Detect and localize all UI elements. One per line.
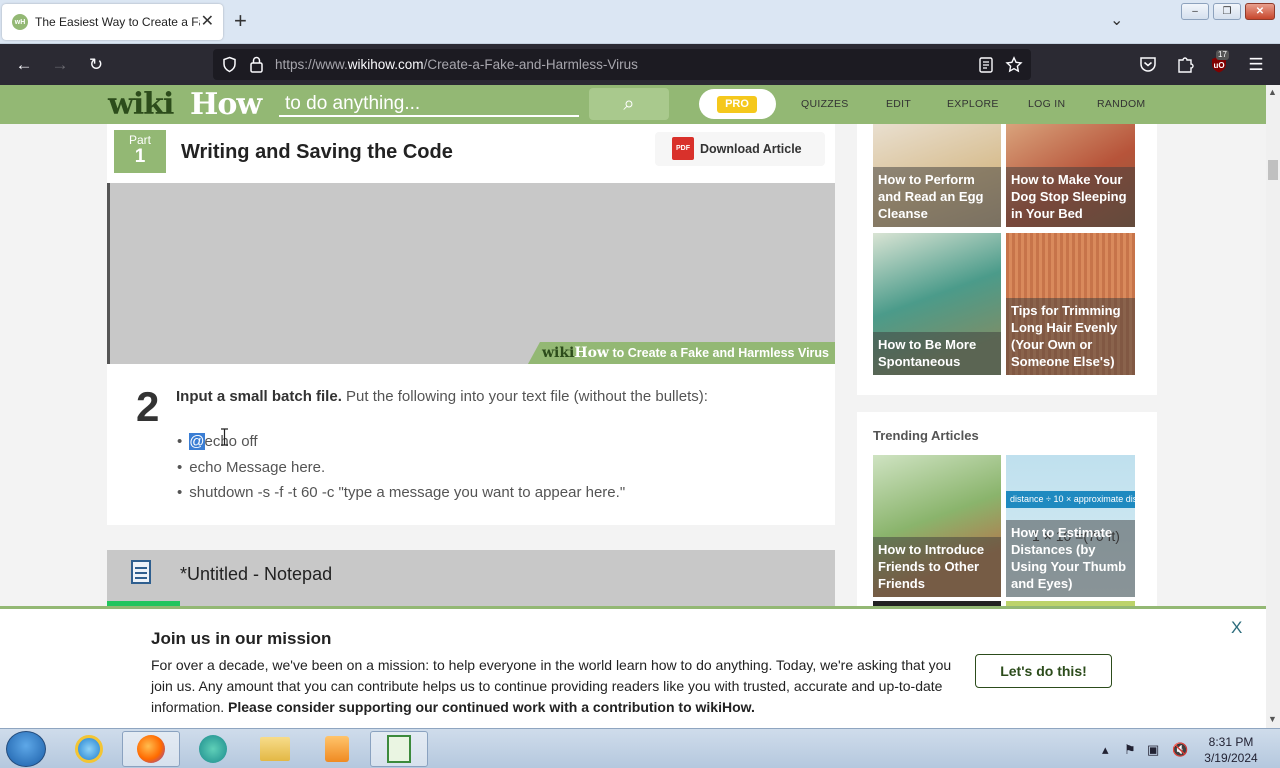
reader-view-icon[interactable]: [979, 57, 993, 73]
trending-article-thumb[interactable]: How to Introduce Friends to Other Friend…: [873, 455, 1001, 597]
shield-icon[interactable]: [221, 56, 238, 73]
download-label: Download Article: [700, 142, 802, 156]
related-article-title: Tips for Trimming Long Hair Evenly (Your…: [1006, 298, 1135, 375]
nav-explore[interactable]: EXPLORE: [947, 98, 999, 110]
nav-edit[interactable]: EDIT: [886, 98, 911, 110]
media-player-icon[interactable]: [308, 731, 366, 767]
extensions-puzzle-icon[interactable]: [1176, 55, 1194, 74]
wikihow-favicon-icon: wH: [12, 14, 28, 30]
logo-how[interactable]: How: [190, 87, 262, 122]
step-image: wikiHow to Create a Fake and Harmless Vi…: [107, 183, 835, 364]
menu-hamburger-icon[interactable]: ☰: [1245, 54, 1267, 76]
windows-taskbar: ▴ ⚑ ▣ 🔇 8:31 PM 3/19/2024: [0, 728, 1280, 768]
image-watermark: wikiHow to Create a Fake and Harmless Vi…: [527, 342, 835, 364]
navigation-toolbar: ← → ↻ https://www.wikihow.com/Create-a-F…: [0, 44, 1280, 85]
lock-icon[interactable]: [249, 56, 264, 73]
search-input[interactable]: to do anything...: [279, 91, 579, 117]
file-explorer-icon[interactable]: [246, 731, 304, 767]
trending-article-thumb[interactable]: distance ÷ 10 × approximate dis 1 × 10 =…: [1006, 455, 1135, 597]
network-icon[interactable]: ▣: [1147, 742, 1159, 758]
page-scrollbar[interactable]: ▲ ▼: [1266, 85, 1280, 728]
nav-random[interactable]: RANDOM: [1097, 98, 1145, 110]
wikihow-header: wiki How to do anything... ⌕ PRO QUIZZES…: [0, 85, 1266, 124]
list-item[interactable]: shutdown -s -f -t 60 -c "type a message …: [177, 483, 625, 509]
firefox-icon[interactable]: [122, 731, 180, 767]
nav-quizzes[interactable]: QUIZZES: [801, 98, 849, 110]
action-center-flag-icon[interactable]: ⚑: [1124, 742, 1136, 758]
scroll-up-icon[interactable]: ▲: [1268, 87, 1277, 97]
tab-title: The Easiest Way to Create a Fake and Har…: [35, 15, 200, 29]
system-clock[interactable]: 8:31 PM 3/19/2024: [1196, 734, 1266, 766]
scroll-down-icon[interactable]: ▼: [1268, 714, 1277, 724]
related-article-title: How to Make Your Dog Stop Sleeping in Yo…: [1006, 167, 1135, 227]
show-hidden-icons-icon[interactable]: ▴: [1102, 742, 1109, 758]
donation-banner: Join us in our mission For over a decade…: [0, 606, 1266, 728]
banner-close-button[interactable]: X: [1231, 618, 1242, 638]
section-title: Writing and Saving the Code: [181, 141, 453, 163]
donate-button[interactable]: Let's do this!: [975, 654, 1112, 688]
volume-muted-icon[interactable]: 🔇: [1172, 742, 1188, 758]
banner-text: For over a decade, we've been on a missi…: [151, 657, 952, 715]
chat-app-icon[interactable]: [184, 731, 242, 767]
list-all-tabs-icon[interactable]: ⌄: [1110, 10, 1123, 30]
related-article-title: How to Be More Spontaneous: [873, 332, 1001, 375]
notepad-image: *Untitled - Notepad: [107, 550, 835, 606]
back-arrow-icon[interactable]: ←: [13, 54, 35, 76]
trending-article-title: How to Estimate Distances (by Using Your…: [1006, 520, 1135, 597]
selected-text[interactable]: @: [189, 433, 205, 450]
pro-button[interactable]: PRO: [699, 89, 776, 119]
trending-title: Trending Articles: [873, 428, 979, 443]
reload-icon[interactable]: ↻: [85, 54, 107, 76]
download-article-button[interactable]: PDF Download Article: [655, 132, 825, 166]
related-article-thumb[interactable]: How to Make Your Dog Stop Sleeping in Yo…: [1006, 124, 1135, 227]
part-label: Part: [128, 133, 151, 147]
bookmark-star-icon[interactable]: [1005, 56, 1023, 74]
related-article-thumb[interactable]: Tips for Trimming Long Hair Evenly (Your…: [1006, 233, 1135, 375]
related-article-title: How to Perform and Read an Egg Cleanse: [873, 167, 1001, 227]
logo-wiki[interactable]: wiki: [108, 87, 174, 122]
banner-title: Join us in our mission: [151, 629, 332, 648]
pro-label: PRO: [717, 96, 757, 113]
trending-image-caption: distance ÷ 10 × approximate dis: [1006, 491, 1135, 508]
browser-tab[interactable]: wH The Easiest Way to Create a Fake and …: [2, 4, 223, 40]
notepad-taskbar-icon[interactable]: [370, 731, 428, 767]
close-window-button[interactable]: ✕: [1245, 3, 1275, 20]
notepad-icon: [131, 560, 151, 584]
minimize-window-button[interactable]: –: [1181, 3, 1209, 20]
part-number: 1: [134, 146, 146, 167]
related-article-thumb[interactable]: How to Perform and Read an Egg Cleanse: [873, 124, 1001, 227]
trending-article-title: How to Introduce Friends to Other Friend…: [873, 537, 1001, 597]
code-bullet-list: @echo off echo Message here. shutdown -s…: [177, 432, 625, 509]
notepad-title: *Untitled - Notepad: [180, 564, 333, 584]
list-item[interactable]: @echo off: [177, 432, 625, 458]
internet-explorer-icon[interactable]: [60, 731, 118, 767]
pdf-icon: PDF: [672, 137, 694, 160]
extension-badge: 17: [1216, 50, 1229, 60]
new-tab-button[interactable]: +: [234, 8, 247, 34]
scroll-thumb[interactable]: [1268, 160, 1278, 180]
step-text: Input a small batch file. Put the follow…: [176, 388, 708, 405]
step-number: 2: [136, 383, 160, 430]
pocket-icon[interactable]: [1139, 56, 1157, 73]
svg-text:uO: uO: [1213, 61, 1224, 70]
search-icon[interactable]: ⌕: [589, 88, 669, 120]
list-item[interactable]: echo Message here.: [177, 458, 625, 484]
nav-log-in[interactable]: LOG IN: [1028, 98, 1065, 110]
close-tab-icon[interactable]: ✕: [201, 13, 214, 31]
restore-window-button[interactable]: ❐: [1213, 3, 1241, 20]
address-bar[interactable]: https://www.wikihow.com/Create-a-Fake-an…: [213, 49, 1031, 80]
tab-bar: wH The Easiest Way to Create a Fake and …: [0, 0, 1280, 44]
part-badge: Part 1: [114, 130, 166, 173]
start-button[interactable]: [6, 731, 46, 767]
url-text[interactable]: https://www.wikihow.com/Create-a-Fake-an…: [275, 57, 638, 72]
text-cursor-icon: [221, 428, 228, 446]
forward-arrow-icon[interactable]: →: [49, 54, 71, 76]
related-article-thumb[interactable]: How to Be More Spontaneous: [873, 233, 1001, 375]
